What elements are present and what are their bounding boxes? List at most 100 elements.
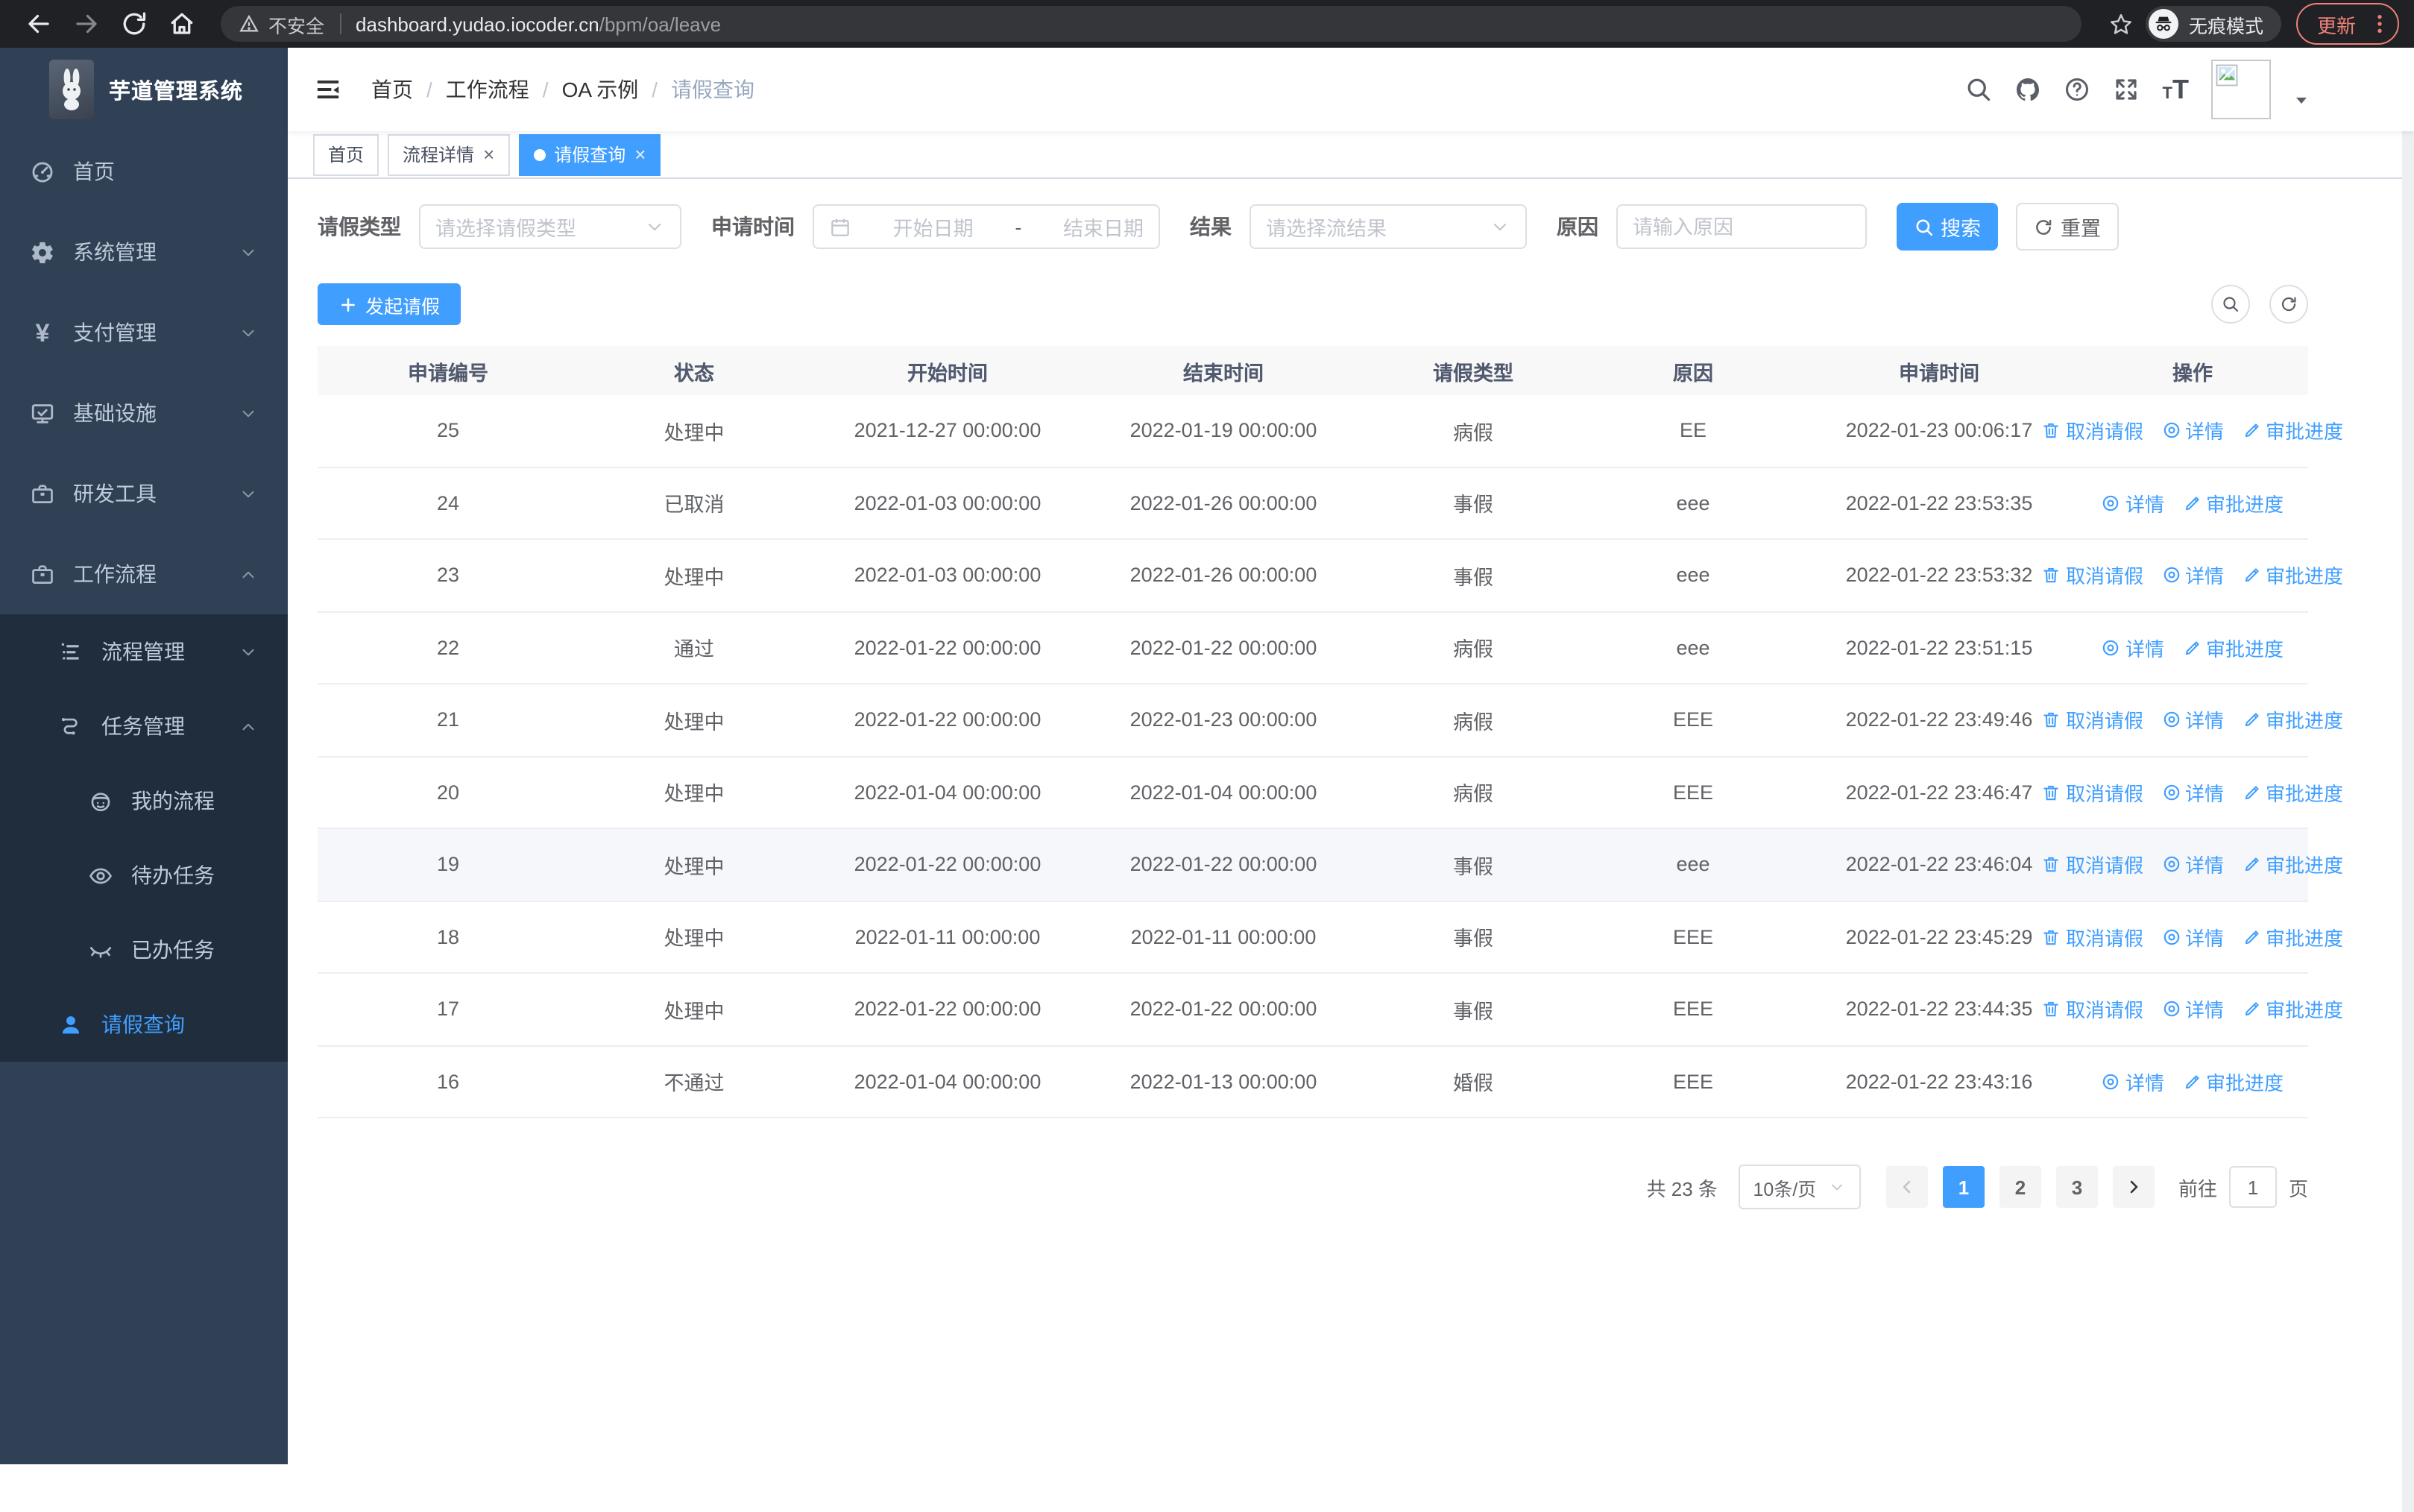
breadcrumb-item-home[interactable]: 首页	[371, 75, 413, 104]
cancel-action-link[interactable]: 取消请假	[2042, 706, 2143, 734]
cancel-action-link[interactable]: 取消请假	[2042, 561, 2143, 590]
progress-action-link[interactable]: 审批进度	[2242, 561, 2343, 590]
detail-action-link[interactable]: 详情	[2161, 923, 2224, 951]
avatar[interactable]	[2211, 60, 2271, 119]
help-icon[interactable]	[2064, 76, 2091, 103]
cell-id: 24	[436, 491, 460, 514]
reset-button[interactable]: 重置	[2016, 203, 2119, 251]
sidebar-item-system[interactable]: 系统管理	[0, 212, 288, 292]
cell-leave-type: 病假	[1453, 421, 1493, 444]
cancel-action-link[interactable]: 取消请假	[2042, 851, 2143, 879]
navbar-actions: TT	[1966, 60, 2310, 119]
detail-action-link[interactable]: 详情	[2161, 778, 2224, 807]
page-button-3[interactable]: 3	[2055, 1166, 2098, 1208]
create-leave-button[interactable]: 发起请假	[318, 283, 461, 325]
progress-action-link[interactable]: 审批进度	[2242, 851, 2343, 879]
caret-down-icon[interactable]	[2293, 92, 2310, 108]
detail-action-link[interactable]: 详情	[2161, 706, 2224, 734]
sidebar-item-leave-query[interactable]: 请假查询	[0, 987, 288, 1062]
cancel-action-link[interactable]: 取消请假	[2042, 417, 2143, 445]
search-icon[interactable]	[1966, 76, 1993, 103]
url-bar[interactable]: 不安全 dashboard.yudao.iocoder.cn /bpm/oa/l…	[221, 6, 2081, 42]
search-button[interactable]: 搜索	[1897, 203, 1998, 251]
sidebar-item-home[interactable]: 首页	[0, 131, 288, 212]
progress-action-link[interactable]: 审批进度	[2182, 489, 2284, 517]
apply-time-range-input[interactable]: 开始日期 - 结束日期	[813, 204, 1160, 249]
action-label: 审批进度	[2266, 927, 2344, 950]
fullscreen-icon[interactable]	[2114, 76, 2140, 103]
robot-icon	[88, 788, 113, 813]
sidebar-item-todo-tasks[interactable]: 待办任务	[0, 838, 288, 913]
sidebar-item-infrastructure[interactable]: 基础设施	[0, 373, 288, 453]
tab-leave-query-tab[interactable]: 请假查询 ×	[518, 133, 661, 175]
sidebar-item-workflow[interactable]: 工作流程	[0, 534, 288, 614]
app-logo[interactable]: 芋道管理系统	[0, 48, 288, 131]
detail-action-link[interactable]: 详情	[2102, 1068, 2164, 1096]
breadcrumb-item-oa-example[interactable]: OA 示例	[562, 75, 639, 104]
next-page-button[interactable]	[2112, 1166, 2155, 1208]
cancel-action-link[interactable]: 取消请假	[2042, 995, 2143, 1024]
page-button-2[interactable]: 2	[1999, 1166, 2041, 1208]
progress-action-link[interactable]: 审批进度	[2242, 778, 2343, 807]
page-size-select[interactable]: 10条/页	[1738, 1165, 1861, 1209]
cell-apply-time: 2022-01-22 23:45:29	[1845, 925, 2033, 948]
browser-menu-icon[interactable]	[2368, 12, 2392, 36]
view-icon	[2161, 421, 2181, 441]
close-icon[interactable]: ×	[483, 145, 494, 164]
edit-icon	[2182, 638, 2202, 658]
action-label: 详情	[2125, 493, 2164, 516]
cell-start-time: 2022-01-04 00:00:00	[854, 781, 1041, 804]
prev-page-button[interactable]	[1885, 1166, 1928, 1208]
reload-icon[interactable]	[121, 10, 148, 37]
progress-action-link[interactable]: 审批进度	[2242, 706, 2343, 734]
action-label: 详情	[2125, 637, 2164, 661]
toggle-search-button[interactable]	[2211, 285, 2250, 324]
refresh-table-button[interactable]	[2269, 285, 2308, 324]
detail-action-link[interactable]: 详情	[2161, 561, 2224, 590]
progress-action-link[interactable]: 审批进度	[2242, 995, 2343, 1024]
cancel-action-link[interactable]: 取消请假	[2042, 923, 2143, 951]
sidebar-item-my-process[interactable]: 我的流程	[0, 763, 288, 838]
sidebar-toggle-icon[interactable]	[313, 76, 343, 103]
tab-process-detail-tab[interactable]: 流程详情 ×	[388, 133, 510, 175]
close-icon[interactable]: ×	[634, 145, 646, 164]
scrollbar-track[interactable]	[2402, 95, 2414, 1512]
detail-action-link[interactable]: 详情	[2161, 851, 2224, 879]
sidebar-item-process-mgmt[interactable]: 流程管理	[0, 614, 288, 689]
github-icon[interactable]	[2015, 76, 2042, 103]
progress-action-link[interactable]: 审批进度	[2182, 634, 2284, 662]
font-size-icon[interactable]: TT	[2163, 76, 2189, 103]
back-icon[interactable]	[25, 10, 52, 37]
cancel-action-link[interactable]: 取消请假	[2042, 778, 2143, 807]
browser-toolbar: 不安全 dashboard.yudao.iocoder.cn /bpm/oa/l…	[0, 0, 2414, 48]
home-icon[interactable]	[168, 10, 195, 37]
detail-action-link[interactable]: 详情	[2161, 417, 2224, 445]
tab-home-tab[interactable]: 首页	[313, 133, 379, 175]
detail-action-link[interactable]: 详情	[2102, 634, 2164, 662]
detail-action-link[interactable]: 详情	[2161, 995, 2224, 1024]
detail-action-link[interactable]: 详情	[2102, 489, 2164, 517]
forward-icon[interactable]	[73, 10, 100, 37]
progress-action-link[interactable]: 审批进度	[2242, 923, 2343, 951]
cell-leave-type: 事假	[1453, 927, 1493, 951]
chevron-down-icon	[1490, 216, 1510, 237]
cell-id: 20	[436, 781, 460, 804]
sidebar-item-dev-tools[interactable]: 研发工具	[0, 453, 288, 534]
progress-action-link[interactable]: 审批进度	[2242, 417, 2343, 445]
table-row: 23 处理中 2022-01-03 00:00:00 2022-01-26 00:00…	[318, 540, 2343, 612]
table-row: 20 处理中 2022-01-04 00:00:00 2022-01-04 00:00…	[318, 757, 2343, 829]
sidebar-item-payment[interactable]: ¥ 支付管理	[0, 292, 288, 373]
goto-page-input[interactable]	[2228, 1166, 2277, 1208]
table-body: 25 处理中 2021-12-27 00:00:00 2022-01-19 00:00…	[318, 395, 2343, 1118]
breadcrumb-item-workflow[interactable]: 工作流程	[446, 75, 529, 104]
page-button-1[interactable]: 1	[1942, 1166, 1985, 1208]
reason-input[interactable]	[1616, 204, 1867, 249]
bookmark-star-icon[interactable]	[2108, 11, 2134, 37]
sidebar-item-done-tasks[interactable]: 已办任务	[0, 913, 288, 987]
result-select[interactable]: 请选择流结果	[1249, 204, 1527, 249]
url-path: /bpm/oa/leave	[599, 13, 722, 35]
update-button[interactable]: 更新	[2295, 3, 2399, 45]
leave-type-select[interactable]: 请选择请假类型	[419, 204, 681, 249]
progress-action-link[interactable]: 审批进度	[2182, 1068, 2284, 1096]
sidebar-item-task-mgmt[interactable]: 任务管理	[0, 689, 288, 763]
